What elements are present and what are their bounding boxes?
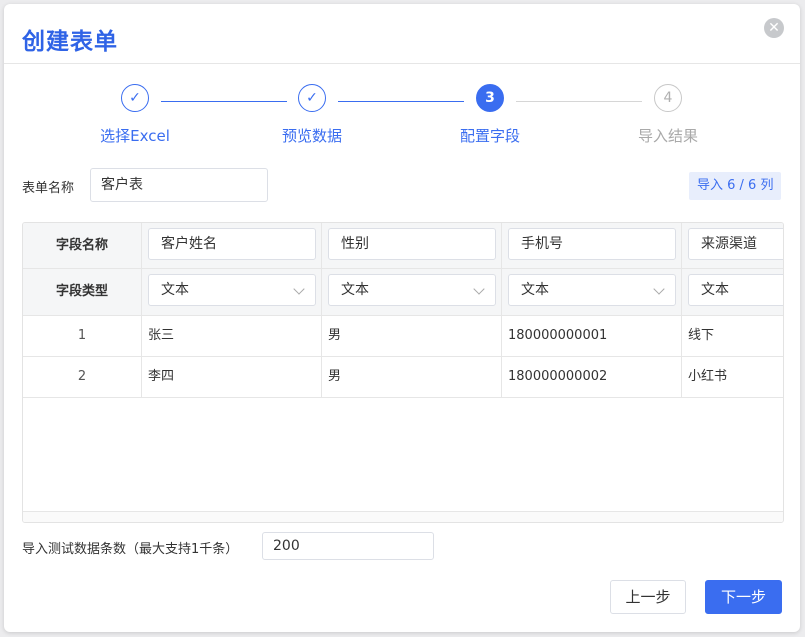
table-cell: 男 — [322, 316, 502, 356]
field-name-cell: 性别 — [322, 223, 502, 268]
field-type-header: 字段类型 — [23, 269, 142, 315]
table-cell: 李四 — [142, 357, 322, 397]
table-cell: 180000000002 — [502, 357, 682, 397]
step-3-label: 配置字段 — [459, 127, 520, 145]
field-type-cell: 文本 — [142, 269, 322, 315]
table-cell: 180000000001 — [502, 316, 682, 356]
step-connector-2 — [338, 101, 464, 102]
form-name-input[interactable]: 客户表 — [90, 168, 268, 202]
step-1-check-icon: ✓ — [121, 84, 149, 112]
test-count-input[interactable]: 200 — [262, 532, 434, 560]
step-4-number: 4 — [654, 84, 682, 112]
field-type-cell: 文本 — [682, 269, 783, 315]
step-3-number: 3 — [476, 84, 504, 112]
chevron-down-icon — [653, 283, 665, 295]
field-type-select[interactable]: 文本 — [508, 274, 676, 306]
field-type-select[interactable]: 文本 — [148, 274, 316, 306]
test-count-label: 导入测试数据条数（最大支持1千条） — [22, 542, 239, 557]
field-type-select[interactable]: 文本 — [688, 274, 783, 306]
chevron-down-icon — [293, 283, 305, 295]
table-cell: 男 — [322, 357, 502, 397]
step-2-label: 预览数据 — [281, 127, 342, 145]
dialog-title: 创建表单 — [22, 29, 118, 55]
row-index: 2 — [23, 357, 142, 397]
field-type-value: 文本 — [521, 282, 549, 298]
field-name-row: 字段名称 客户姓名 性别 手机号 来源渠道 — [23, 223, 783, 269]
table-cell: 小红书 — [688, 369, 728, 384]
field-name-input[interactable]: 手机号 — [508, 228, 676, 260]
field-type-value: 文本 — [341, 282, 369, 298]
field-type-select[interactable]: 文本 — [328, 274, 496, 306]
field-name-input[interactable]: 来源渠道 — [688, 228, 783, 260]
field-name-cell: 客户姓名 — [142, 223, 322, 268]
field-type-cell: 文本 — [502, 269, 682, 315]
step-connector-1 — [161, 101, 287, 102]
step-connector-3 — [516, 101, 642, 102]
chevron-down-icon — [473, 283, 485, 295]
table-cell: 张三 — [142, 316, 322, 356]
next-step-button[interactable]: 下一步 — [705, 580, 782, 614]
prev-step-button[interactable]: 上一步 — [610, 580, 686, 614]
header-divider — [4, 63, 800, 64]
field-name-header: 字段名称 — [23, 223, 142, 268]
field-config-table: 字段名称 客户姓名 性别 手机号 来源渠道 字段类型 文本 文本 文本 文本 1… — [22, 222, 784, 523]
field-name-input[interactable]: 客户姓名 — [148, 228, 316, 260]
import-count-badge: 导入 6 / 6 列 — [689, 172, 782, 200]
field-type-cell: 文本 — [322, 269, 502, 315]
field-type-value: 文本 — [161, 282, 189, 298]
field-name-input[interactable]: 性别 — [328, 228, 496, 260]
field-name-cell: 手机号 — [502, 223, 682, 268]
table-row: 1 张三 男 180000000001 线下 — [23, 316, 783, 357]
close-icon[interactable]: ✕ — [764, 18, 784, 38]
create-form-dialog: 创建表单 ✕ ✓ ✓ 3 4 选择Excel 预览数据 配置字段 导入结果 表单… — [4, 4, 800, 632]
table-cell: 线下 — [688, 328, 715, 343]
field-name-cell: 来源渠道 — [682, 223, 783, 268]
step-1-label: 选择Excel — [100, 127, 170, 145]
form-name-label: 表单名称 — [22, 181, 75, 196]
field-type-row: 字段类型 文本 文本 文本 文本 — [23, 269, 783, 316]
row-index: 1 — [23, 316, 142, 356]
step-4-label: 导入结果 — [637, 127, 698, 145]
table-row: 2 李四 男 180000000002 小红书 — [23, 357, 783, 398]
field-type-value: 文本 — [701, 282, 729, 298]
horizontal-scrollbar[interactable] — [23, 511, 783, 522]
step-2-check-icon: ✓ — [298, 84, 326, 112]
